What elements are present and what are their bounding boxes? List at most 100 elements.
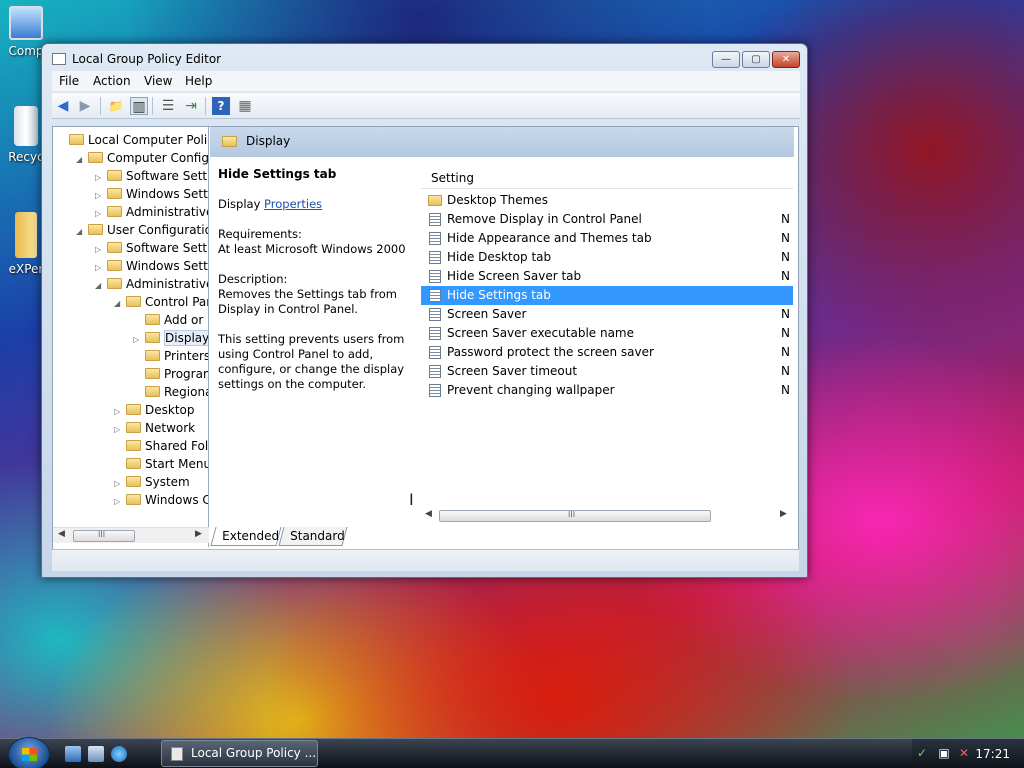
tree-node[interactable]: ▷Software Settings bbox=[95, 167, 208, 185]
tree-node[interactable]: ▷ System bbox=[114, 473, 190, 491]
tree-node[interactable]: Start Menu ar bbox=[114, 455, 209, 473]
desktop-icon-label: eXPer bbox=[8, 262, 44, 276]
list-item[interactable]: Hide Desktop tab N bbox=[421, 248, 793, 267]
folder-icon bbox=[107, 188, 122, 199]
start-button[interactable] bbox=[8, 737, 50, 768]
tree-node-label: Local Computer Policy bbox=[88, 133, 209, 147]
tree-node[interactable]: ◢ Control Panel bbox=[114, 293, 208, 313]
tree-node[interactable]: Programs bbox=[133, 365, 208, 383]
tree-node[interactable]: Add or Re bbox=[133, 311, 208, 329]
tree-node-label: Windows Setting bbox=[126, 187, 208, 201]
scroll-left-icon[interactable]: ◀ bbox=[425, 509, 432, 519]
list-item-label: Hide Desktop tab bbox=[447, 250, 552, 264]
scroll-right-icon[interactable]: ▶ bbox=[780, 509, 787, 519]
tab-standard[interactable]: Standard bbox=[278, 527, 348, 546]
scroll-right-icon[interactable]: ▶ bbox=[195, 529, 202, 539]
close-button[interactable]: ✕ bbox=[772, 51, 800, 68]
folder-icon bbox=[126, 494, 141, 505]
taskbar-button-group-policy[interactable]: Local Group Policy ... bbox=[161, 740, 318, 767]
menu-help[interactable]: Help bbox=[185, 74, 212, 88]
column-header-setting[interactable]: Setting bbox=[421, 167, 793, 189]
list-item-state: N bbox=[781, 231, 790, 245]
show-hide-tree-icon[interactable]: ▥ bbox=[130, 97, 148, 115]
folder-icon bbox=[107, 242, 122, 253]
desktop-icon-folder[interactable]: eXPer bbox=[6, 212, 46, 276]
tab-extended[interactable]: Extended bbox=[210, 527, 282, 546]
properties-icon[interactable]: ☰ bbox=[159, 97, 177, 115]
desktop-icon-recycle-bin[interactable]: Recyc bbox=[6, 106, 46, 164]
list-item[interactable]: Hide Appearance and Themes tab N bbox=[421, 229, 793, 248]
tree-node[interactable]: Shared Folder bbox=[114, 437, 208, 455]
policy-setting-icon bbox=[429, 308, 441, 321]
collapse-arrow-icon[interactable]: ◢ bbox=[95, 277, 105, 295]
list-item[interactable]: Screen Saver executable name N bbox=[421, 324, 793, 343]
tree-node[interactable]: ◢ User Configuration bbox=[76, 221, 208, 241]
scrollbar-thumb[interactable]: III bbox=[73, 530, 135, 542]
list-item[interactable]: Remove Display in Control Panel N bbox=[421, 210, 793, 229]
tree-node[interactable]: ▷ Desktop bbox=[114, 401, 195, 419]
list-item-label: Remove Display in Control Panel bbox=[447, 212, 642, 226]
collapse-arrow-icon[interactable]: ◢ bbox=[114, 295, 124, 313]
forward-icon[interactable]: ▶ bbox=[76, 97, 94, 115]
tree-node[interactable]: ▷Windows Setting bbox=[95, 185, 208, 203]
title-bar[interactable]: Local Group Policy Editor — ▢ ✕ bbox=[42, 44, 807, 74]
folder-icon bbox=[145, 368, 160, 379]
tree-node[interactable]: Regional a bbox=[133, 383, 208, 401]
expand-arrow-icon[interactable]: ▷ bbox=[114, 493, 124, 511]
setting-prefix: Display bbox=[218, 197, 261, 211]
desktop-icon-computer[interactable]: Comp bbox=[6, 6, 46, 58]
list-item[interactable]: Password protect the screen saver N bbox=[421, 343, 793, 362]
back-icon[interactable]: ◀ bbox=[54, 97, 72, 115]
list-item-state: N bbox=[781, 269, 790, 283]
tree-node-label: Start Menu ar bbox=[145, 457, 209, 471]
list-horizontal-scrollbar[interactable]: ◀ III ▶ bbox=[421, 508, 793, 524]
export-list-icon[interactable]: ⇥ bbox=[182, 97, 200, 115]
tree-node[interactable]: ▷ Display bbox=[133, 329, 208, 347]
folder-icon bbox=[88, 152, 103, 163]
tree-node[interactable]: Printers bbox=[133, 347, 208, 365]
tree-node[interactable]: ▷Software Settings bbox=[95, 239, 208, 257]
list-item[interactable]: Desktop Themes bbox=[421, 191, 793, 210]
menu-view[interactable]: View bbox=[144, 74, 172, 88]
volume-muted-icon[interactable]: ✕ bbox=[957, 746, 971, 760]
menu-file[interactable]: File bbox=[59, 74, 79, 88]
menu-action[interactable]: Action bbox=[93, 74, 131, 88]
menu-bar: File Action View Help bbox=[52, 71, 800, 91]
clock[interactable]: 17:21 bbox=[975, 747, 1010, 761]
tree-horizontal-scrollbar[interactable]: ◀ III ▶ bbox=[53, 527, 209, 543]
internet-explorer-icon[interactable] bbox=[111, 746, 127, 762]
scroll-left-icon[interactable]: ◀ bbox=[58, 529, 65, 539]
tree-node[interactable]: Local Computer Policy bbox=[57, 131, 209, 149]
list-item-label: Screen Saver timeout bbox=[447, 364, 578, 378]
list-item[interactable]: Hide Settings tab bbox=[421, 286, 793, 305]
list-item[interactable]: Hide Screen Saver tab N bbox=[421, 267, 793, 286]
list-item[interactable]: Screen Saver timeout N bbox=[421, 362, 793, 381]
toolbar-separator bbox=[152, 97, 153, 115]
up-folder-icon[interactable]: 📁 bbox=[107, 97, 125, 115]
scrollbar-thumb[interactable]: III bbox=[439, 510, 711, 522]
list-item-label: Hide Settings tab bbox=[447, 288, 551, 302]
minimize-button[interactable]: — bbox=[712, 51, 740, 68]
requirements-value: At least Microsoft Windows 2000 bbox=[218, 242, 406, 256]
folder-icon bbox=[428, 195, 442, 206]
collapse-arrow-icon[interactable]: ◢ bbox=[76, 223, 86, 241]
list-item[interactable]: Screen Saver N bbox=[421, 305, 793, 324]
tree-node[interactable]: ◢ Computer Configura bbox=[76, 149, 208, 169]
shield-icon[interactable]: ✓ bbox=[915, 746, 929, 760]
tree-node[interactable]: ▷Administrative Te bbox=[95, 203, 208, 221]
filter-icon[interactable]: ▦ bbox=[236, 97, 254, 115]
tree-node[interactable]: ◢ Administrative Te bbox=[95, 275, 208, 295]
properties-link[interactable]: Properties bbox=[264, 197, 322, 211]
scroll-grip: III bbox=[568, 510, 576, 519]
help-icon[interactable]: ? bbox=[212, 97, 230, 115]
collapse-arrow-icon[interactable]: ◢ bbox=[76, 151, 86, 169]
column-header-label: Setting bbox=[431, 171, 474, 185]
maximize-button[interactable]: ▢ bbox=[742, 51, 770, 68]
tree-node[interactable]: ▷ Network bbox=[114, 419, 195, 437]
list-item[interactable]: Prevent changing wallpaper N bbox=[421, 381, 793, 400]
network-icon[interactable]: ▣ bbox=[937, 746, 951, 760]
switch-windows-icon[interactable] bbox=[88, 746, 104, 762]
tree-node[interactable]: ▷ Windows Cor bbox=[114, 491, 208, 511]
show-desktop-icon[interactable] bbox=[65, 746, 81, 762]
tree-node[interactable]: ▷Windows Setting bbox=[95, 257, 208, 275]
